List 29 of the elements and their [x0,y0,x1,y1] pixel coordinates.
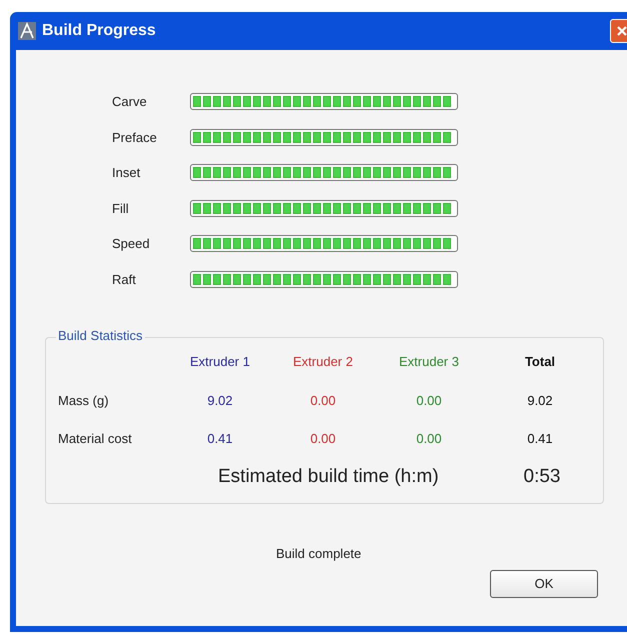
close-icon [616,25,627,37]
app-logo-icon [18,22,36,40]
ok-button[interactable]: OK [490,570,598,598]
step-label: Speed [112,235,151,253]
step-label: Raft [112,270,137,288]
row-label: Mass (g) [58,392,110,410]
column-header: Extruder 2 [292,353,354,371]
step-label: Carve [112,93,148,111]
step-label: Fill [112,200,130,218]
table-cell-text: 0.00 [415,392,443,410]
column-header: Extruder 1 [189,353,251,371]
window-title: Build Progress [42,21,156,41]
estimate-label: Estimated build time (h:m) [218,464,440,488]
step-label: Inset [112,164,142,182]
table-cell-text: 0.00 [415,430,443,448]
table-cell-text: 0.41 [206,430,234,448]
status-message: Build complete [276,545,362,563]
table-cell-text: 9.02 [206,392,234,410]
estimate-value: 0:53 [522,464,562,488]
column-header: Total [524,353,556,371]
column-header: Extruder 3 [398,353,460,371]
close-button[interactable] [610,19,627,43]
table-cell-text: 9.02 [526,392,554,410]
step-label: Preface [112,128,158,146]
table-cell-text: 0.00 [309,430,337,448]
table-cell-text: 0.00 [309,392,337,410]
row-label: Material cost [58,430,133,448]
group-title: Build Statistics [56,329,145,342]
table-cell-text: 0.41 [526,430,554,448]
